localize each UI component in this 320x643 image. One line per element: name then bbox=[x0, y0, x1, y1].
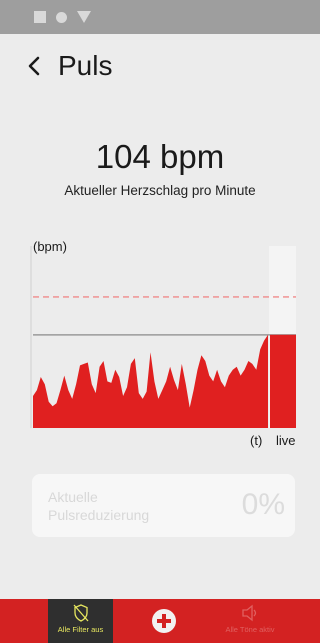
speaker-icon bbox=[242, 604, 257, 622]
live-label: live bbox=[276, 433, 296, 448]
filter-toggle-label: Alle Filter aus bbox=[57, 625, 104, 634]
filter-toggle-button[interactable]: Alle Filter aus bbox=[48, 599, 113, 643]
heart-rate-series bbox=[33, 334, 268, 428]
sound-toggle-button[interactable]: Alle Töne aktiv bbox=[210, 599, 290, 643]
y-axis-label: (bpm) bbox=[33, 239, 67, 254]
page-title: Puls bbox=[58, 50, 113, 81]
plus-circle-icon bbox=[152, 609, 176, 633]
pulse-reduction-card: Aktuelle Pulsreduzierung 0% bbox=[32, 474, 295, 537]
sound-toggle-label: Alle Töne aktiv bbox=[225, 625, 275, 634]
live-bar bbox=[270, 334, 296, 428]
app-bar: Puls bbox=[0, 44, 320, 88]
status-bar bbox=[0, 0, 320, 34]
add-button[interactable] bbox=[140, 599, 188, 643]
back-arrow-icon[interactable] bbox=[24, 54, 46, 78]
x-axis-label: (t) bbox=[250, 433, 263, 448]
pulse-reduction-value: 0% bbox=[241, 488, 285, 521]
heart-rate-value: 104 bpm bbox=[95, 138, 225, 175]
heart-rate-caption: Aktueller Herzschlag pro Minute bbox=[64, 183, 256, 198]
triangle-icon bbox=[77, 11, 91, 23]
shield-off-icon bbox=[73, 604, 88, 622]
circle-icon bbox=[56, 11, 67, 23]
bottom-navigation: Alle Filter aus Alle Töne aktiv bbox=[0, 599, 320, 643]
heart-rate-chart bbox=[30, 246, 296, 428]
pulse-reduction-label: Aktuelle Pulsreduzierung bbox=[48, 489, 150, 523]
square-icon bbox=[34, 11, 46, 23]
